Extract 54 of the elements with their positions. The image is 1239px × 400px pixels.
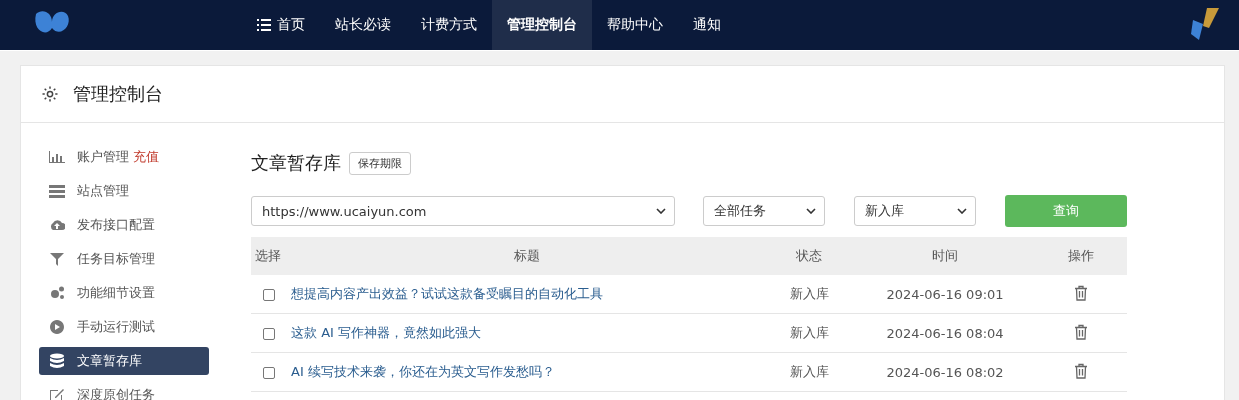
table-cell: 2024-06-16 08:04 — [855, 313, 1035, 353]
filter-icon — [49, 251, 65, 267]
bar-chart-icon — [49, 149, 65, 165]
article-title-link[interactable]: 想提高内容产出效益？试试这款备受瞩目的自动化工具 — [291, 286, 603, 301]
row-checkbox[interactable] — [263, 367, 275, 379]
nav-tab[interactable]: 首页 — [242, 0, 320, 50]
column-header: 状态 — [763, 237, 855, 275]
nav-tab[interactable]: 站长必读 — [320, 0, 406, 50]
section-title: 文章暂存库 — [251, 151, 341, 175]
sidebar-item[interactable]: 任务目标管理 — [39, 245, 209, 273]
article-title-link[interactable]: AI 续写技术来袭，你还在为英文写作发愁吗？ — [291, 364, 555, 379]
table-cell: 新入库 — [763, 313, 855, 353]
column-header: 操作 — [1035, 237, 1127, 275]
nav-tab[interactable]: 管理控制台 — [492, 0, 592, 50]
chevron-down-icon — [656, 208, 666, 214]
settings-icon — [41, 85, 59, 103]
select-dropdown[interactable]: 新入库 — [854, 196, 976, 226]
panel-title: 管理控制台 — [73, 82, 163, 106]
sidebar-item[interactable]: 账户管理 充值 — [39, 143, 209, 171]
column-header: 标题 — [290, 237, 763, 275]
retention-button[interactable]: 保存期限 — [349, 151, 411, 175]
trash-icon[interactable] — [1074, 284, 1088, 301]
chevron-down-icon — [957, 208, 967, 214]
row-checkbox[interactable] — [263, 328, 275, 340]
column-header: 时间 — [855, 237, 1035, 275]
row-checkbox[interactable] — [263, 289, 275, 301]
select-dropdown[interactable]: 全部任务 — [703, 196, 825, 226]
trash-icon[interactable] — [1074, 362, 1088, 379]
sidebar-item[interactable]: 手动运行测试 — [39, 313, 209, 341]
trash-icon[interactable] — [1074, 323, 1088, 340]
edit-icon — [49, 387, 65, 400]
server-icon — [49, 183, 65, 199]
logo-icon — [1189, 6, 1219, 42]
chevron-down-icon — [806, 208, 816, 214]
database-icon — [49, 353, 65, 369]
article-title-link[interactable]: 这款 AI 写作神器，竟然如此强大 — [291, 325, 481, 340]
sidebar-item[interactable]: 站点管理 — [39, 177, 209, 205]
sidebar-item[interactable]: 功能细节设置 — [39, 279, 209, 307]
cloud-upload-icon — [49, 217, 65, 233]
table-cell: 2024-06-16 09:01 — [855, 275, 1035, 314]
sidebar-item[interactable]: 深度原创任务 — [39, 381, 209, 400]
play-icon — [49, 319, 65, 335]
select-dropdown[interactable]: https://www.ucaiyun.com — [251, 196, 675, 226]
nav-tab[interactable]: 通知 — [678, 0, 736, 50]
menu-icon — [257, 19, 271, 31]
sidebar-item[interactable]: 文章暂存库 — [39, 347, 209, 375]
table-cell: 新入库 — [763, 352, 855, 392]
nav-tab[interactable]: 帮助中心 — [592, 0, 678, 50]
nav-tab[interactable]: 计费方式 — [406, 0, 492, 50]
table-cell: 新入库 — [763, 275, 855, 314]
recharge-link[interactable]: 充值 — [133, 148, 159, 166]
sidebar-item[interactable]: 发布接口配置 — [39, 211, 209, 239]
column-header: 选择 — [251, 237, 290, 275]
table-cell: 2024-06-16 08:02 — [855, 352, 1035, 392]
